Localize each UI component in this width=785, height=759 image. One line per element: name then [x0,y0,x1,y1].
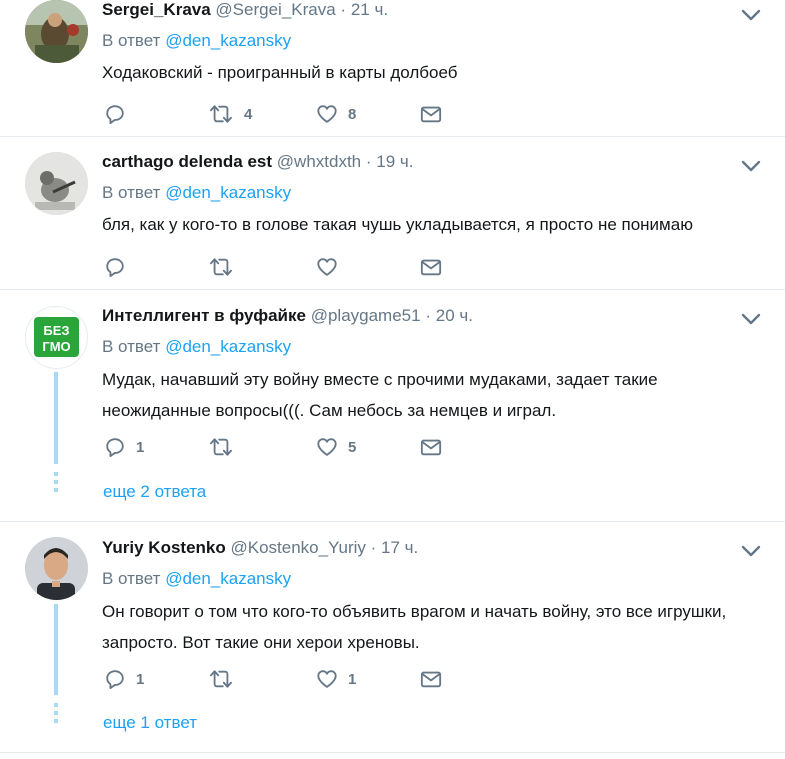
avatar[interactable] [25,152,88,215]
reply-count: 1 [136,670,145,688]
like-count: 8 [348,105,357,123]
retweet-button[interactable] [208,434,244,460]
reply-context: В ответ @den_kazansky [102,569,291,589]
reply-context: В ответ @den_kazansky [102,183,291,203]
separator-dot: · [365,152,372,171]
direct-message-button[interactable] [420,254,442,280]
like-button[interactable]: 5 [316,434,356,460]
display-name[interactable]: carthago delenda est [102,152,272,171]
reply-icon [104,256,126,278]
separator-dot: · [340,0,347,19]
reply-context: В ответ @den_kazansky [102,337,291,357]
like-icon [316,436,338,458]
thread-dots [54,703,58,727]
reply-prefix: В ответ [102,569,161,588]
like-icon [316,668,338,690]
show-more-replies-link[interactable]: еще 2 ответа [103,482,206,502]
username[interactable]: @Sergei_Krava [215,0,335,19]
avatar[interactable] [25,537,88,600]
reply-icon [104,103,126,125]
separator-dot: · [370,538,377,557]
timestamp[interactable]: 21 ч. [351,0,388,19]
retweet-count: 4 [244,105,253,123]
tweet-header: Yuriy Kostenko @Kostenko_Yuriy · 17 ч. [102,538,418,558]
like-button[interactable]: 1 [316,666,356,692]
like-count: 5 [348,438,357,456]
like-count: 1 [348,670,357,688]
retweet-button[interactable] [208,666,244,692]
tweet-header: carthago delenda est @whxtdxth · 19 ч. [102,152,414,172]
direct-message-icon [420,436,442,458]
tweet-text: Он говорит о том что кого-то объявить вр… [102,602,727,652]
avatar[interactable]: БЕЗ ГМО [25,306,88,369]
reply-button[interactable] [104,101,136,127]
chevron-down-icon[interactable] [741,159,761,173]
reply-context: В ответ @den_kazansky [102,31,291,51]
reply-prefix: В ответ [102,31,161,50]
reply-count: 1 [136,438,145,456]
direct-message-button[interactable] [420,101,442,127]
direct-message-icon [420,668,442,690]
tweet[interactable]: БЕЗ ГМО Интеллигент в фуфайке @playgame5… [0,290,785,522]
thread-line [54,372,58,464]
direct-message-button[interactable] [420,666,442,692]
avatar-text-top: БЕЗ [43,323,69,338]
username[interactable]: @whxtdxth [277,152,361,171]
timestamp[interactable]: 20 ч. [436,306,473,325]
like-icon [316,103,338,125]
reply-button[interactable] [104,254,136,280]
reply-icon [104,436,126,458]
tweet[interactable]: Sergei_Krava @Sergei_Krava · 21 ч. В отв… [0,0,785,137]
reply-prefix: В ответ [102,183,161,202]
tweet-actions [104,254,464,280]
tweet-text: Мудак, начавший эту войну вместе с прочи… [102,370,658,420]
username[interactable]: @playgame51 [311,306,421,325]
retweet-button[interactable] [208,254,244,280]
retweet-button[interactable]: 4 [208,101,252,127]
chevron-down-icon[interactable] [741,544,761,558]
direct-message-button[interactable] [420,434,442,460]
reply-mention-link[interactable]: @den_kazansky [165,183,291,202]
like-icon [316,256,338,278]
reply-button[interactable]: 1 [104,666,144,692]
chevron-down-icon[interactable] [741,312,761,326]
avatar-text-bottom: ГМО [42,339,70,354]
timestamp[interactable]: 19 ч. [376,152,413,171]
reply-button[interactable]: 1 [104,434,144,460]
tweet[interactable]: carthago delenda est @whxtdxth · 19 ч. В… [0,137,785,290]
avatar[interactable] [25,0,88,63]
display-name[interactable]: Yuriy Kostenko [102,538,226,557]
tweet-text: бля, как у кого-то в голове такая чушь у… [102,215,693,234]
direct-message-icon [420,256,442,278]
tweet-header: Интеллигент в фуфайке @playgame51 · 20 ч… [102,306,473,326]
retweet-icon [208,103,234,125]
tweet[interactable]: Yuriy Kostenko @Kostenko_Yuriy · 17 ч. В… [0,522,785,753]
direct-message-icon [420,103,442,125]
display-name[interactable]: Интеллигент в фуфайке [102,306,306,325]
tweet-actions: 4 8 [104,101,464,127]
show-more-replies-link[interactable]: еще 1 ответ [103,713,197,733]
display-name[interactable]: Sergei_Krava [102,0,211,19]
timestamp[interactable]: 17 ч. [381,538,418,557]
tweet-actions: 1 1 [104,666,464,692]
username[interactable]: @Kostenko_Yuriy [231,538,366,557]
thread-dots [54,472,58,496]
like-button[interactable]: 8 [316,101,356,127]
tweet-header: Sergei_Krava @Sergei_Krava · 21 ч. [102,0,388,20]
retweet-icon [208,668,234,690]
reply-mention-link[interactable]: @den_kazansky [165,569,291,588]
retweet-icon [208,256,234,278]
thread-line [54,604,58,695]
tweet-text: Ходаковский - проигранный в карты долбое… [102,63,458,82]
reply-mention-link[interactable]: @den_kazansky [165,31,291,50]
reply-mention-link[interactable]: @den_kazansky [165,337,291,356]
reply-icon [104,668,126,690]
tweet-actions: 1 5 [104,434,464,460]
retweet-icon [208,436,234,458]
reply-prefix: В ответ [102,337,161,356]
chevron-down-icon[interactable] [741,8,761,22]
like-button[interactable] [316,254,348,280]
separator-dot: · [425,306,431,325]
